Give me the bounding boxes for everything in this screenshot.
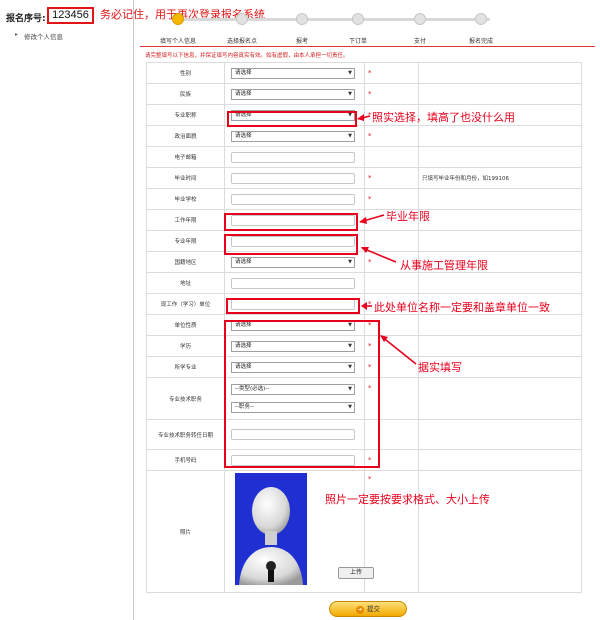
tech-position-label: 专业技术职务 [146,377,225,420]
form-row-email: 电子邮箱 [146,146,582,168]
gender-label: 性别 [146,62,225,84]
form-row-graduation-school: 毕业学校 * [146,188,582,210]
step-6-dot [475,13,487,25]
photo-label: 照片 [146,470,225,593]
step-6-label: 报名完成 [468,38,494,45]
progress-track [178,18,490,21]
form-row-address: 地址 [146,272,582,294]
required-mark: * [364,188,419,210]
form-row-graduation-time: 毕业时间 * 只填写毕业年份和月份，如199106 [146,167,582,189]
political-status-select[interactable]: 请选择 ▼ [231,130,355,142]
caret-down-icon: ▼ [348,258,352,265]
annotation-box-employer [226,298,360,314]
gender-select[interactable]: 请选择 ▼ [231,67,355,79]
form-row-region: 国籍地区 请选择 ▼ * [146,251,582,273]
major-studied-label: 所学专业 [146,356,225,378]
step-4-dot [352,13,364,25]
caret-down-icon: ▼ [348,132,352,139]
required-mark: * [364,83,419,105]
upload-photo-button[interactable]: 上传 [338,567,374,579]
political-status-label: 政治面貌 [146,125,225,147]
step-2-dot [236,13,248,25]
step-4-label: 下订单 [348,38,368,45]
caret-down-icon: ▼ [348,69,352,76]
caret-down-icon: ▼ [348,90,352,97]
annotation-employer: 此处单位名称一定要和盖章单位一致 [374,301,550,314]
form-row-gender: 性别 请选择 ▼ * [146,62,582,84]
step-1-dot [172,13,184,25]
annotation-work-years: 毕业年限 [386,210,430,223]
graduation-time-hint: 只填写毕业年份和月份，如199106 [418,167,582,189]
unit-nature-label: 单位性质 [146,314,225,336]
ethnicity-label: 民族 [146,83,225,105]
step-3-dot [296,13,308,25]
email-field[interactable] [231,151,355,163]
ethnicity-select[interactable]: 请选择 ▼ [231,88,355,100]
chevron-right-icon: ▸ [15,31,19,38]
submit-label: 提交 [367,605,380,613]
annotation-major-years: 从事施工管理年限 [400,259,488,272]
employer-label: 现工作（学习）单位 [146,293,225,315]
annotation-box-work-years [224,213,358,231]
address-field[interactable] [231,277,355,289]
graduation-school-label: 毕业学校 [146,188,225,210]
form-row-major-title: 专业职称 请选择 ▼ * [146,104,582,126]
step-1-label: 填写个人信息 [159,38,197,45]
email-label: 电子邮箱 [146,146,225,168]
photo-preview [235,473,307,585]
arrow-right-icon: ➔ [356,606,364,614]
step-5-label: 支付 [413,38,427,45]
step-2-label: 选择报名点 [226,38,258,45]
form-row-major-years: 专业年限 [146,230,582,252]
left-panel: 报名序号: 123456 ▸ 修改个人信息 [0,0,134,620]
required-mark: * [364,62,419,84]
graduation-time-label: 毕业时间 [146,167,225,189]
annotation-fill-truthfully: 据实填写 [418,361,462,374]
major-years-label: 专业年限 [146,230,225,252]
form-row-ethnicity: 民族 请选择 ▼ * [146,83,582,105]
annotation-box-fill-truthfully [224,320,380,468]
annotation-major-title: 照实选择，填高了也没什么用 [372,111,515,124]
form-row-work-years: 工作年限 [146,209,582,231]
person-silhouette-icon [239,487,303,585]
required-mark: * [364,125,419,147]
sidebar-item-edit-profile[interactable]: 修改个人信息 [24,31,63,41]
form-instruction: 请完整填写以下信息，并保证填写内容真实有效。如有虚假，由本人承担一切责任。 [145,53,349,59]
education-label: 学历 [146,335,225,357]
form-row-political-status: 政治面貌 请选择 ▼ * [146,125,582,147]
registration-number: 123456 [47,7,94,24]
submit-button[interactable]: ➔ 提交 [329,601,407,617]
registration-number-label: 报名序号: [6,14,46,24]
annotation-box-major-years [224,234,358,255]
step-3-label: 报考 [295,38,309,45]
annotation-box-major-title [227,111,357,127]
region-select[interactable]: 请选择 ▼ [231,256,355,268]
header-divider [140,46,595,47]
annotation-photo: 照片一定要按要求格式、大小上传 [325,493,490,506]
address-label: 地址 [146,272,225,294]
major-title-label: 专业职称 [146,104,225,126]
graduation-school-field[interactable] [231,193,355,205]
tech-position-date-label: 专业技术职务转任日期 [146,419,225,450]
step-5-dot [414,13,426,25]
phone-label: 手机号码 [146,449,225,471]
region-label: 国籍地区 [146,251,225,273]
required-mark: * [364,167,419,189]
graduation-time-field[interactable] [231,172,355,184]
work-years-label: 工作年限 [146,209,225,231]
